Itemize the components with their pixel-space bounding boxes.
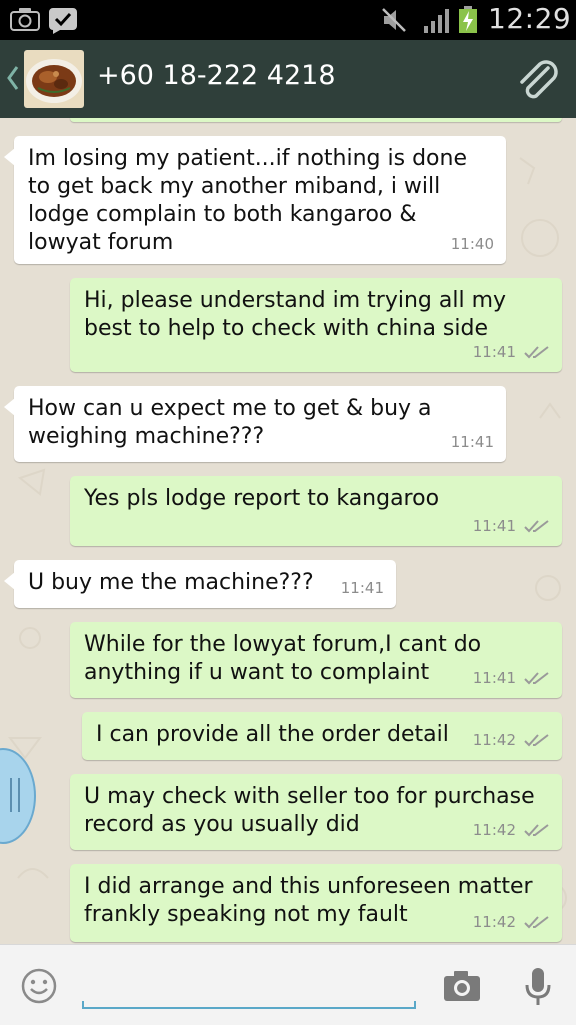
message-time: 11:40	[450, 235, 494, 253]
message-bubble-outgoing[interactable]: While for the lowyat forum,I cant do any…	[70, 622, 562, 698]
message-bubble-incoming[interactable]: How can u expect me to get & buy a weigh…	[4, 386, 506, 462]
message-time: 11:42	[472, 821, 516, 839]
camera-icon[interactable]	[442, 969, 482, 1003]
message-time: 11:41	[472, 517, 516, 535]
read-ticks-icon	[524, 346, 549, 359]
message-meta: 11:41	[473, 664, 550, 692]
message-time: 11:41	[450, 433, 494, 451]
message-bubble-outgoing[interactable]: U may check with seller too for purchase…	[70, 774, 562, 850]
avatar-image	[24, 50, 84, 108]
message-text: Hi, please understand im trying all my b…	[84, 288, 507, 341]
message-meta: 11:41	[473, 338, 550, 366]
message-text: Yes pls lodge report to kangaroo	[84, 486, 440, 511]
message-input[interactable]	[82, 963, 416, 1009]
read-ticks-icon	[524, 734, 549, 747]
contact-name[interactable]: +60 18-222 4218	[97, 60, 336, 91]
avatar[interactable]	[24, 50, 84, 108]
message-time: 11:41	[340, 579, 384, 597]
smiley-icon[interactable]	[20, 967, 58, 1005]
message-meta: 11:41	[473, 512, 550, 540]
message-text: Im losing my patient...if nothing is don…	[28, 146, 467, 255]
message-bubble-incoming[interactable]: Im losing my patient...if nothing is don…	[4, 136, 506, 264]
message-bubble-incoming[interactable]: U buy me the machine??? 11:41	[4, 560, 396, 608]
chevron-left-icon[interactable]	[6, 64, 20, 92]
message-meta: 11:42	[473, 908, 550, 936]
chat-area[interactable]: Im losing my patient...if nothing is don…	[0, 118, 576, 944]
message-bubble-outgoing[interactable]: Hi, please understand im trying all my b…	[70, 278, 562, 372]
message-bubble-outgoing[interactable]: I can provide all the order detail 11:42	[82, 712, 562, 760]
paperclip-icon[interactable]	[514, 56, 560, 102]
battery-charging-icon	[459, 6, 477, 33]
message-time: 11:41	[472, 343, 516, 361]
message-meta: 11:40	[451, 230, 494, 258]
read-ticks-icon	[524, 916, 549, 929]
read-ticks-icon	[524, 824, 549, 837]
status-time: 12:29	[488, 2, 572, 35]
message-meta: 11:42	[473, 816, 550, 844]
check-badge-icon	[49, 8, 77, 34]
read-ticks-icon	[524, 672, 549, 685]
message-meta: 11:41	[341, 574, 384, 602]
camera-icon	[10, 8, 40, 31]
message-meta: 11:42	[473, 726, 550, 754]
message-time: 11:41	[472, 669, 516, 687]
chat-header: +60 18-222 4218	[0, 40, 576, 118]
status-bar: 12:29	[0, 0, 576, 40]
message-bubble-outgoing[interactable]: I did arrange and this unforeseen matter…	[70, 864, 562, 942]
message-meta: 11:41	[451, 428, 494, 456]
message-time: 11:42	[472, 731, 516, 749]
message-input-bar	[0, 944, 576, 1025]
previous-message-edge	[70, 118, 562, 122]
message-text: U buy me the machine???	[28, 570, 314, 595]
message-bubble-outgoing[interactable]: Yes pls lodge report to kangaroo 11:41	[70, 476, 562, 546]
read-ticks-icon	[524, 520, 549, 533]
message-time: 11:42	[472, 913, 516, 931]
mute-icon	[382, 8, 406, 32]
signal-icon	[424, 9, 449, 33]
microphone-icon[interactable]	[524, 967, 552, 1007]
message-text: How can u expect me to get & buy a weigh…	[28, 396, 432, 449]
